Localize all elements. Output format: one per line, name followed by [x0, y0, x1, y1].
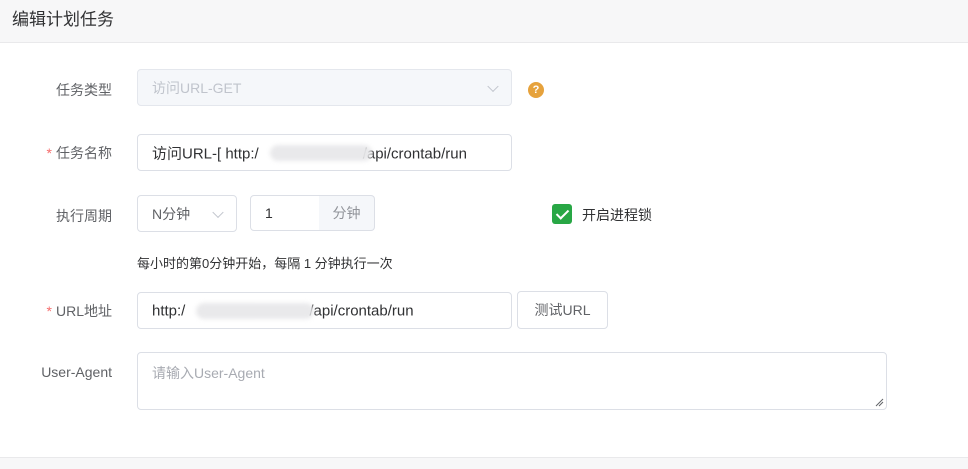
url-value-prefix: http:/	[152, 302, 186, 319]
user-agent-textarea[interactable]: 请输入User-Agent	[137, 352, 887, 410]
help-icon[interactable]: ?	[528, 82, 544, 98]
period-unit-select[interactable]: N分钟	[137, 195, 237, 232]
period-number-value: 1	[265, 205, 273, 221]
task-name-input[interactable]: 访问URL-[ http:/ /api/crontab/run	[137, 134, 512, 171]
task-type-value: 访问URL-GET	[152, 79, 242, 96]
page-title: 编辑计划任务	[12, 10, 114, 29]
task-name-value-prefix: 访问URL-[ http:/	[152, 145, 259, 162]
task-type-select[interactable]: 访问URL-GET	[137, 69, 512, 106]
task-type-label: 任务类型	[56, 82, 112, 98]
url-label: * URL地址	[22, 301, 112, 321]
period-number-input[interactable]: 1	[250, 195, 320, 231]
process-lock-label[interactable]: 开启进程锁	[582, 205, 652, 225]
period-unit-value: N分钟	[152, 205, 191, 222]
test-url-button[interactable]: 测试URL	[517, 291, 608, 329]
user-agent-placeholder: 请输入User-Agent	[152, 365, 265, 381]
period-hint: 每小时的第0分钟开始，每隔 1 分钟执行一次	[137, 256, 393, 271]
chevron-down-icon	[487, 80, 499, 92]
period-number-unit: 分钟	[319, 195, 375, 231]
page-footer	[0, 457, 968, 469]
url-label-text: URL地址	[55, 303, 112, 319]
redacted-mask	[270, 145, 372, 161]
url-value-suffix: /api/crontab/run	[309, 302, 414, 319]
task-name-label: * 任务名称	[22, 143, 112, 163]
process-lock-checkbox[interactable]	[552, 204, 572, 224]
task-name-label-text: 任务名称	[56, 145, 112, 161]
url-input[interactable]: http:/ /api/crontab/run	[137, 292, 512, 329]
resize-grip-icon[interactable]	[874, 397, 884, 407]
task-name-value-suffix: /api/crontab/run	[362, 145, 467, 162]
redacted-mask	[196, 303, 314, 319]
period-label: 执行周期	[56, 208, 112, 224]
chevron-down-icon	[212, 206, 224, 218]
required-mark: *	[46, 303, 52, 319]
page-header: 编辑计划任务	[0, 0, 968, 43]
required-mark: *	[46, 145, 52, 161]
user-agent-label: User-Agent	[41, 364, 112, 380]
